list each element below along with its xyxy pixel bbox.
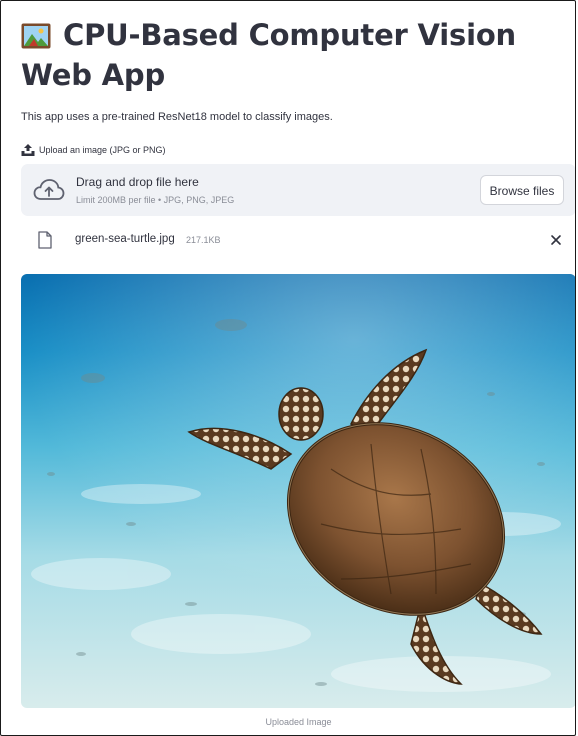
file-dropzone[interactable]: Drag and drop file here Limit 200MB per … [21,164,575,216]
page-header: CPU-Based Computer Vision Web App [21,15,561,95]
upload-tray-icon [21,144,35,156]
page-title-text: CPU-Based Computer Vision Web App [21,18,516,92]
app-description: This app uses a pre-trained ResNet18 mod… [21,111,333,123]
uploader-label-text: Upload an image (JPG or PNG) [39,145,166,155]
framed-picture-icon [21,23,51,49]
cloud-upload-icon [33,178,65,202]
uploaded-file-name: green-sea-turtle.jpg [75,233,175,245]
file-icon [38,231,52,249]
app-frame: CPU-Based Computer Vision Web App This a… [0,0,576,736]
browse-files-button[interactable]: Browse files [480,175,564,205]
uploaded-image [21,274,575,708]
close-icon[interactable] [549,233,563,247]
dropzone-title: Drag and drop file here [76,175,199,189]
uploaded-file-row: green-sea-turtle.jpg 217.1KB [21,226,575,258]
uploaded-file-size: 217.1KB [186,235,221,245]
dropzone-limits: Limit 200MB per file • JPG, PNG, JPEG [76,195,235,205]
page-title: CPU-Based Computer Vision Web App [21,15,561,95]
uploader-label: Upload an image (JPG or PNG) [21,144,166,156]
image-caption: Uploaded Image [265,717,332,727]
